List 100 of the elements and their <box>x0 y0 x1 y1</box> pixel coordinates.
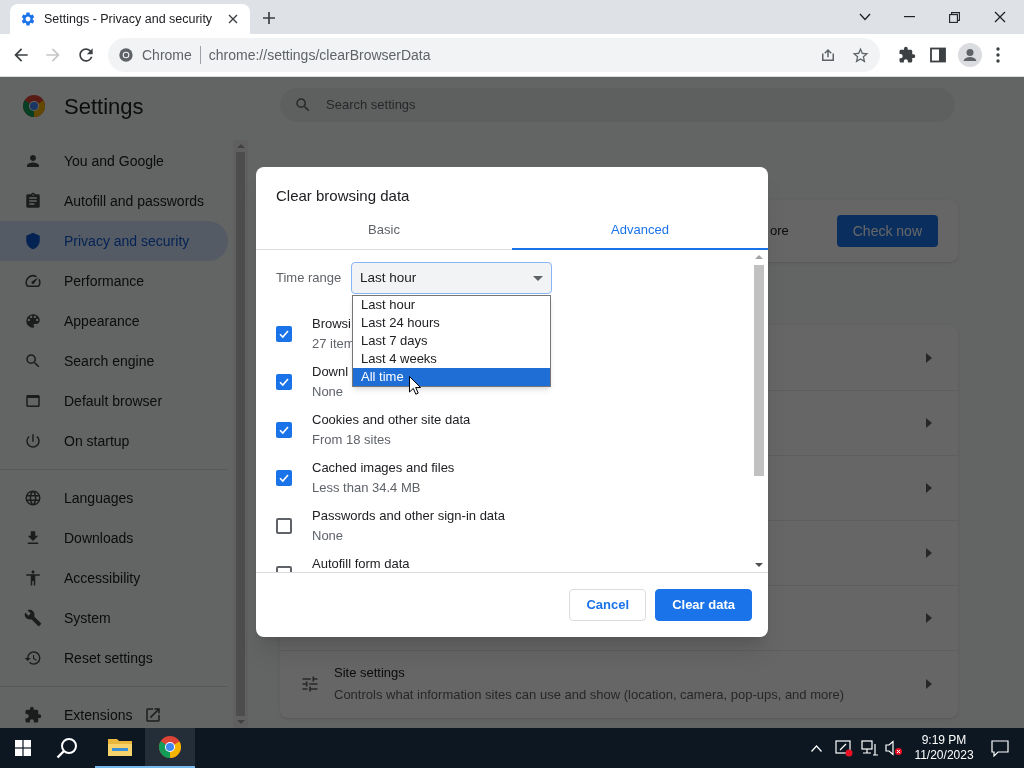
checkbox[interactable] <box>276 326 292 342</box>
dialog-button[interactable]: Cancel <box>569 589 647 621</box>
url-text: chrome://settings/clearBrowserData <box>208 45 432 65</box>
browser-tab[interactable]: Settings - Privacy and security <box>10 4 250 34</box>
chrome-logo-icon <box>158 735 182 759</box>
avatar-icon[interactable] <box>958 43 982 67</box>
sidebar-item[interactable]: Languages <box>0 478 228 518</box>
chevron-right-icon[interactable] <box>926 678 932 689</box>
share-icon[interactable] <box>819 46 837 64</box>
search-icon[interactable] <box>56 737 78 759</box>
tab-title: Settings - Privacy and security <box>44 10 214 28</box>
field-label: Time range <box>276 269 343 288</box>
windows-start-icon[interactable] <box>15 740 31 756</box>
sidebar-item[interactable]: Search engine <box>0 341 228 381</box>
settings-icon <box>20 11 36 27</box>
chrome-logo-icon <box>22 94 46 118</box>
dialog-tab[interactable]: Advanced <box>512 212 768 250</box>
sidebar-item[interactable]: Autofill and passwords <box>0 181 228 221</box>
power-icon <box>24 432 42 450</box>
item-title: Downl <box>312 363 349 381</box>
notifications-icon[interactable] <box>991 739 1009 757</box>
dialog-button[interactable]: Clear data <box>655 589 752 621</box>
chevron-right-icon[interactable] <box>926 418 932 428</box>
speaker-muted-icon[interactable] <box>885 740 903 756</box>
search-field[interactable]: Search settings <box>280 88 955 122</box>
sidebar-item[interactable]: System <box>0 598 228 638</box>
taskbar-app[interactable] <box>145 728 195 768</box>
checkbox[interactable] <box>276 422 292 438</box>
check-now-button[interactable]: Check now <box>836 215 938 247</box>
wrench-icon <box>24 609 42 627</box>
checkbox[interactable] <box>276 470 292 486</box>
person-icon <box>24 152 42 170</box>
dropdown-option[interactable]: Last 7 days <box>353 332 550 350</box>
sidebar-item[interactable]: Performance <box>0 261 228 301</box>
puzzle-icon[interactable] <box>898 46 916 64</box>
dialog-tab[interactable]: Basic <box>256 212 512 250</box>
item-detail: None <box>312 527 345 545</box>
accessibility-icon <box>24 569 42 587</box>
sidebar-item[interactable]: On startup <box>0 421 228 461</box>
new-tab-icon[interactable] <box>262 11 276 25</box>
clipboard-icon <box>24 192 42 210</box>
chevron-right-icon[interactable] <box>926 483 932 493</box>
sidebar-item[interactable]: Downloads <box>0 518 228 558</box>
sidebar-item[interactable]: You and Google <box>0 141 228 181</box>
item-detail: None <box>312 383 345 401</box>
close-icon[interactable] <box>994 11 1006 23</box>
checkbox[interactable] <box>276 518 292 534</box>
time-range-dropdown[interactable]: Last hour <box>351 262 552 294</box>
search-placeholder: Search settings <box>326 96 416 115</box>
sidebar-item[interactable]: Appearance <box>0 301 228 341</box>
sidebar-item[interactable]: Extensions <box>0 695 228 728</box>
scrollbar[interactable] <box>233 140 248 728</box>
close-icon[interactable] <box>228 14 238 24</box>
caret-up-icon[interactable] <box>811 744 822 752</box>
settings-title: Settings <box>64 92 144 121</box>
external-link-icon <box>144 706 163 724</box>
dropdown-option[interactable]: All time <box>353 368 550 386</box>
dropdown-option[interactable]: Last hour <box>353 296 550 314</box>
search-icon <box>24 352 42 370</box>
reload-icon[interactable] <box>76 45 96 65</box>
search-icon <box>294 96 312 114</box>
sidebar-item[interactable]: Default browser <box>0 381 228 421</box>
side-panel-icon[interactable] <box>930 47 946 63</box>
card-text: ore <box>769 222 789 241</box>
menu-icon[interactable] <box>996 47 1000 63</box>
sidebar-item[interactable]: Accessibility <box>0 558 228 598</box>
item-title: Passwords and other sign-in data <box>312 507 505 525</box>
sidebar-item[interactable]: Privacy and security <box>0 221 228 261</box>
chrome-icon <box>118 47 134 63</box>
item-title: Browsi <box>312 315 352 333</box>
dropdown-option[interactable]: Last 4 weeks <box>353 350 550 368</box>
star-icon[interactable] <box>851 45 870 65</box>
address-bar[interactable]: Chrome chrome://settings/clearBrowserData <box>108 38 880 72</box>
dropdown-option[interactable]: Last 24 hours <box>353 314 550 332</box>
clock-date: 11/20/2023 <box>914 748 974 763</box>
gauge-icon <box>24 272 42 290</box>
sidebar-item[interactable]: Reset settings <box>0 638 228 678</box>
minimize-icon[interactable] <box>904 16 915 18</box>
puzzle-icon <box>24 706 42 724</box>
chevron-right-icon[interactable] <box>926 548 932 558</box>
dropdown-arrow-icon <box>533 275 543 281</box>
item-detail: From 18 sites <box>312 431 392 449</box>
clock-time: 9:19 PM <box>921 733 967 748</box>
item-title: Autofill form data <box>312 555 410 572</box>
network-icon[interactable] <box>861 740 879 756</box>
security-alert-icon[interactable] <box>835 739 853 757</box>
item-detail: Less than 34.4 MB <box>312 479 422 497</box>
row-title: Site settings <box>334 664 406 682</box>
checkbox[interactable] <box>276 374 292 390</box>
restore-icon[interactable] <box>949 11 960 23</box>
dialog-title: Clear browsing data <box>275 186 411 206</box>
globe-icon <box>24 489 42 507</box>
row-description: Controls what information sites can use and show (location, camera, pop-ups, and more) <box>334 685 846 704</box>
browser-window-icon <box>24 392 42 410</box>
shield-icon <box>24 232 42 250</box>
history-icon <box>24 649 42 667</box>
chevron-right-icon[interactable] <box>926 613 932 623</box>
folder-icon <box>108 737 132 757</box>
chevron-down-icon[interactable] <box>859 13 871 21</box>
chevron-right-icon[interactable] <box>926 352 932 363</box>
